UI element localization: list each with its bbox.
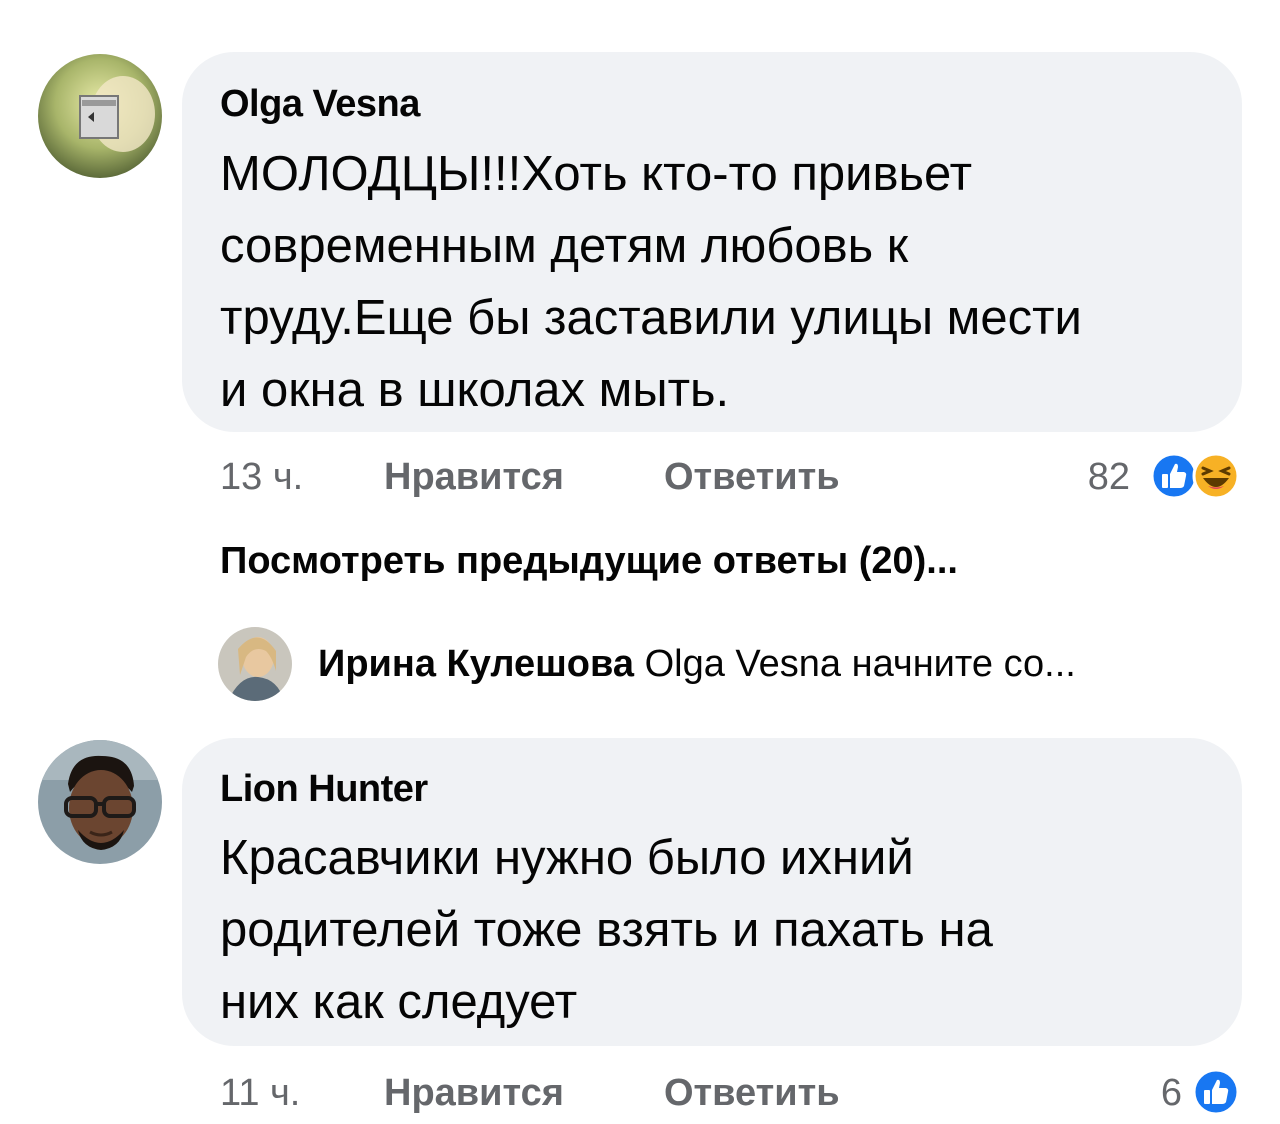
reply-text: Olga Vesna начните со...	[644, 643, 1076, 685]
avatar-olga-vesna[interactable]	[38, 54, 162, 178]
comment-timestamp[interactable]: 13 ч.	[220, 456, 303, 499]
reaction-count[interactable]: 6	[1110, 1072, 1182, 1115]
comment-text: МОЛОДЦЫ!!!Хоть кто-то привьет современны…	[220, 138, 1220, 426]
comment-text-line: МОЛОДЦЫ!!!Хоть кто-то привьет	[220, 147, 973, 201]
comment-text: Красавчики нужно было ихний родителей то…	[220, 822, 1220, 1038]
comment-author[interactable]: Olga Vesna	[220, 83, 420, 126]
reply-button[interactable]: Ответить	[664, 456, 840, 499]
like-button[interactable]: Нравится	[384, 456, 564, 499]
avatar-irina-kuleshova[interactable]	[218, 627, 292, 701]
like-icon	[1192, 1068, 1240, 1116]
reply-preview[interactable]: Ирина Кулешова Olga Vesna начните со...	[318, 643, 1076, 686]
comment-text-line: них как следует	[220, 975, 578, 1029]
comment-text-line: родителей тоже взять и пахать на	[220, 903, 993, 957]
comment-timestamp[interactable]: 11 ч.	[220, 1072, 300, 1115]
comment-text-line: труду.Еще бы заставили улицы мести	[220, 291, 1082, 345]
reply-author[interactable]: Ирина Кулешова	[318, 643, 634, 685]
comment-text-line: Красавчики нужно было ихний	[220, 831, 914, 885]
comment-text-line: современным детям любовь к	[220, 219, 909, 273]
reply-button[interactable]: Ответить	[664, 1072, 840, 1115]
avatar-lion-hunter[interactable]	[38, 740, 162, 864]
comment-author[interactable]: Lion Hunter	[220, 768, 428, 811]
reaction-count[interactable]: 82	[1060, 456, 1130, 499]
comment-text-line: и окна в школах мыть.	[220, 363, 730, 417]
haha-icon	[1192, 452, 1240, 500]
view-previous-replies-link[interactable]: Посмотреть предыдущие ответы (20)...	[220, 540, 958, 583]
like-button[interactable]: Нравится	[384, 1072, 564, 1115]
like-icon	[1150, 452, 1198, 500]
